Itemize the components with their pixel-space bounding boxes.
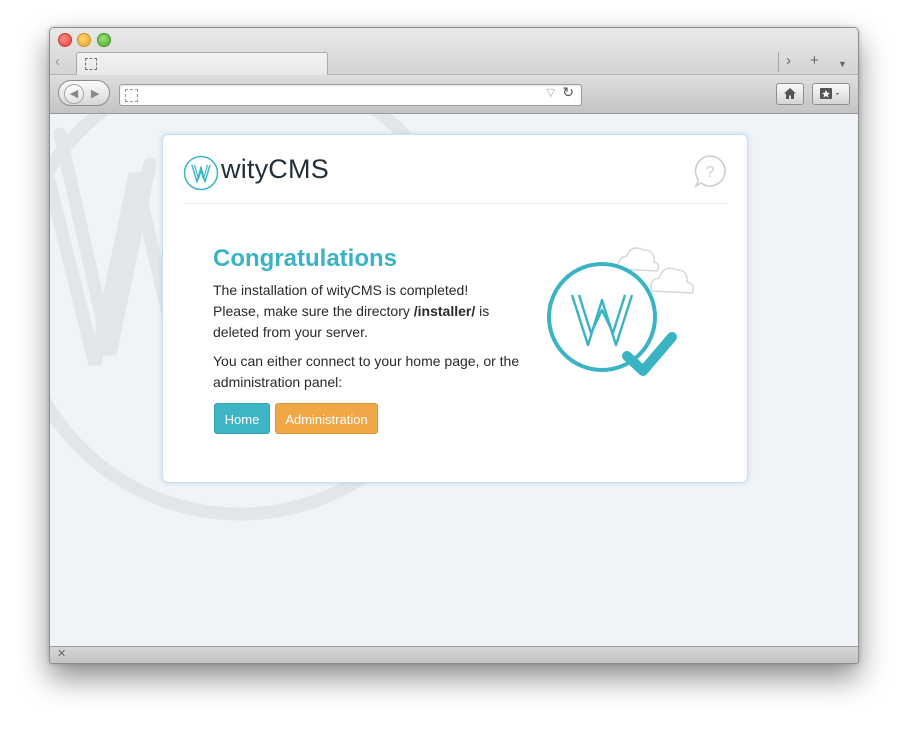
svg-text:?: ? — [706, 164, 715, 181]
administration-button[interactable]: Administration — [275, 403, 378, 434]
installer-directory: /installer/ — [413, 303, 476, 319]
close-window-button[interactable] — [58, 33, 72, 47]
toolbar: ◀ ▶ ▽ ↻ — [50, 75, 858, 114]
url-favicon-icon — [125, 89, 138, 102]
wity-logo-icon — [183, 155, 219, 191]
status-bar: ✕ — [50, 646, 858, 663]
nav-buttons: ◀ ▶ — [58, 80, 110, 106]
success-illustration — [547, 247, 694, 376]
home-button[interactable]: Home — [214, 403, 270, 434]
forward-icon[interactable]: ▶ — [91, 85, 99, 103]
message-line2-prefix: Please, make sure the directory — [213, 303, 414, 319]
page-title: Congratulations — [213, 245, 397, 272]
tab-menu-icon[interactable]: ▼ — [838, 55, 847, 73]
logo-text: wityCMS — [221, 154, 329, 184]
zoom-window-button[interactable] — [97, 33, 111, 47]
back-icon[interactable]: ◀ — [64, 84, 84, 104]
home-icon[interactable] — [776, 83, 804, 105]
tab-favicon-icon — [85, 58, 97, 70]
tab-separator — [778, 52, 779, 72]
tab-scroll-left-icon[interactable]: ‹ — [55, 53, 60, 71]
help-icon[interactable]: ? — [693, 154, 727, 188]
minimize-window-button[interactable] — [77, 33, 91, 47]
header-divider — [183, 203, 727, 204]
reload-icon[interactable]: ↻ — [562, 84, 574, 101]
close-icon[interactable]: ✕ — [57, 647, 66, 660]
tab-scroll-right-icon[interactable]: › — [786, 52, 791, 70]
url-dropdown-icon[interactable]: ▽ — [547, 86, 555, 99]
new-tab-icon[interactable]: + — [810, 52, 819, 70]
install-complete-card: wityCMS ? Congratulations The installati… — [162, 134, 748, 483]
title-bar: ‹ › + ▼ — [50, 28, 858, 75]
completion-message: The installation of wityCMS is completed… — [213, 280, 523, 343]
bookmarks-icon[interactable] — [812, 83, 850, 105]
address-bar[interactable]: ▽ ↻ — [119, 84, 582, 106]
browser-tab[interactable] — [76, 52, 328, 75]
connect-message: You can either connect to your home page… — [213, 353, 520, 390]
browser-window: ‹ › + ▼ ◀ ▶ ▽ ↻ wityCMS ? Congratulation… — [49, 27, 859, 664]
message-line1: The installation of wityCMS is completed… — [213, 282, 469, 298]
page-viewport: wityCMS ? Congratulations The installati… — [50, 114, 858, 646]
